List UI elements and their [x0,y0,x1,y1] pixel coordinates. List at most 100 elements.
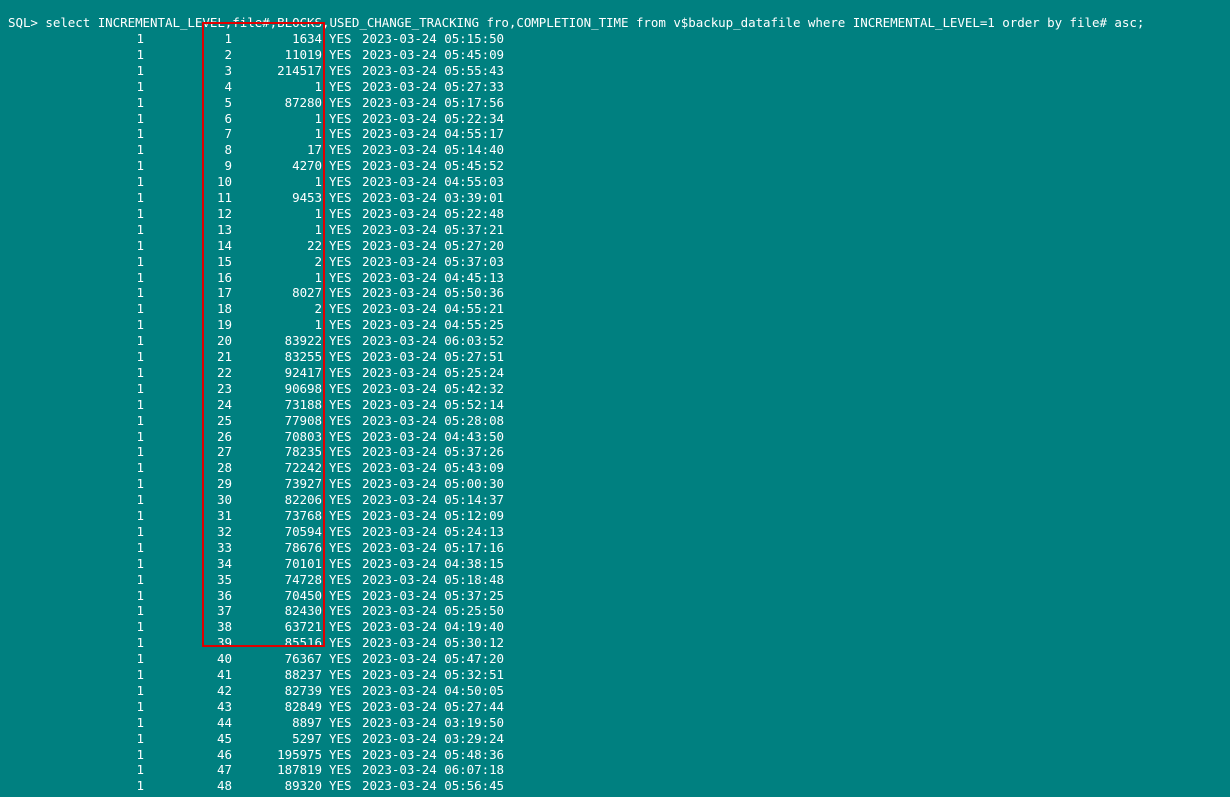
incremental-level-cell: 1 [136,444,145,460]
result-row: 1 41 88237 YES 2023-03-24 05:32:51 [0,667,560,683]
completion-time-cell: 2023-03-24 05:37:25 [362,587,505,603]
completion-time-cell: 2023-03-24 05:15:50 [362,31,505,46]
sqlplus-terminal[interactable]: SQL> select INCREMENTAL_LEVEL,file#,BLOC… [0,0,1230,797]
blocks-cell: 187819 [277,762,322,778]
blocks-cell: 82739 [284,682,322,698]
incremental-level-cell: 1 [136,619,145,635]
used-change-tracking-cell: YES [329,476,352,492]
used-change-tracking-cell: YES [329,78,352,94]
completion-time-cell: 2023-03-24 05:55:43 [362,62,505,78]
completion-time-cell: 2023-03-24 05:17:56 [362,94,505,110]
used-change-tracking-cell: YES [329,301,352,317]
used-change-tracking-cell: YES [329,110,352,126]
used-change-tracking-cell: YES [329,205,352,221]
completion-time-cell: 2023-03-24 05:18:48 [362,571,505,587]
incremental-level-cell: 1 [136,301,145,317]
used-change-tracking-cell: YES [329,778,352,794]
used-change-tracking-cell: YES [329,46,352,62]
used-change-tracking-cell: YES [329,364,352,380]
highlight-box [202,22,325,647]
incremental-level-cell: 1 [136,730,145,746]
incremental-level-cell: 1 [136,158,145,174]
used-change-tracking-cell: YES [329,62,352,78]
completion-time-cell: 2023-03-24 05:28:08 [362,412,505,428]
used-change-tracking-cell: YES [329,714,352,730]
completion-time-cell: 2023-03-24 05:45:52 [362,158,505,174]
incremental-level-cell: 1 [136,587,145,603]
used-change-tracking-cell: YES [329,555,352,571]
incremental-level-cell: 1 [136,364,145,380]
used-change-tracking-cell: YES [329,269,352,285]
completion-time-cell: 2023-03-24 05:27:20 [362,237,505,253]
incremental-level-cell: 1 [136,46,145,62]
result-row: 1 43 82849 YES 2023-03-24 05:27:44 [0,699,560,715]
incremental-level-cell: 1 [136,142,145,158]
incremental-level-cell: 1 [136,492,145,508]
file-number-cell: 40 [217,651,232,667]
incremental-level-cell: 1 [136,762,145,778]
incremental-level-cell: 1 [136,508,145,523]
incremental-level-cell: 1 [136,190,145,205]
completion-time-cell: 2023-03-24 05:22:34 [362,110,505,126]
used-change-tracking-cell: YES [329,587,352,603]
file-number-cell: 43 [217,698,232,714]
result-row: 1 47 187819 YES 2023-03-24 06:07:18 [0,762,560,778]
used-change-tracking-cell: YES [329,523,352,539]
incremental-level-cell: 1 [136,78,145,94]
blocks-cell: 195975 [277,746,322,762]
used-change-tracking-cell: YES [329,746,352,762]
used-change-tracking-cell: YES [329,698,352,714]
incremental-level-cell: 1 [136,253,145,269]
file-number-cell: 48 [217,778,232,794]
completion-time-cell: 2023-03-24 04:55:03 [362,174,505,190]
used-change-tracking-cell: YES [329,349,352,364]
used-change-tracking-cell: YES [329,158,352,174]
used-change-tracking-cell: YES [329,428,352,444]
used-change-tracking-cell: YES [329,237,352,253]
incremental-level-cell: 1 [136,349,145,364]
incremental-level-cell: 1 [136,714,145,730]
blocks-cell: 5297 [292,730,322,746]
completion-time-cell: 2023-03-24 04:19:40 [362,619,505,635]
used-change-tracking-cell: YES [329,682,352,698]
completion-time-cell: 2023-03-24 05:17:16 [362,539,505,555]
completion-time-cell: 2023-03-24 05:22:48 [362,205,505,221]
incremental-level-cell: 1 [136,412,145,428]
incremental-level-cell: 1 [136,682,145,698]
completion-time-cell: 2023-03-24 05:43:09 [362,460,505,476]
used-change-tracking-cell: YES [329,396,352,412]
completion-time-cell: 2023-03-24 05:52:14 [362,396,505,412]
file-number-cell: 42 [217,682,232,698]
used-change-tracking-cell: YES [329,460,352,476]
used-change-tracking-cell: YES [329,94,352,110]
incremental-level-cell: 1 [136,428,145,444]
incremental-level-cell: 1 [136,221,145,237]
used-change-tracking-cell: YES [329,31,352,46]
incremental-level-cell: 1 [136,31,145,46]
incremental-level-cell: 1 [136,460,145,476]
incremental-level-cell: 1 [136,571,145,587]
incremental-level-cell: 1 [136,317,145,333]
blocks-cell: 88237 [284,667,322,682]
blocks-cell: 76367 [284,651,322,667]
incremental-level-cell: 1 [136,174,145,190]
incremental-level-cell: 1 [136,555,145,571]
result-row: 1 40 76367 YES 2023-03-24 05:47:20 [0,651,560,667]
blocks-cell: 82849 [284,698,322,714]
completion-time-cell: 2023-03-24 05:00:30 [362,476,505,492]
incremental-level-cell: 1 [136,126,145,142]
completion-time-cell: 2023-03-24 05:27:33 [362,78,505,94]
incremental-level-cell: 1 [136,651,145,667]
used-change-tracking-cell: YES [329,508,352,523]
used-change-tracking-cell: YES [329,412,352,428]
incremental-level-cell: 1 [136,333,145,349]
completion-time-cell: 2023-03-24 05:50:36 [362,285,505,301]
completion-time-cell: 2023-03-24 03:19:50 [362,714,505,730]
used-change-tracking-cell: YES [329,603,352,619]
used-change-tracking-cell: YES [329,333,352,349]
completion-time-cell: 2023-03-24 04:38:15 [362,555,505,571]
completion-time-cell: 2023-03-24 05:47:20 [362,651,505,667]
used-change-tracking-cell: YES [329,317,352,333]
result-row: 1 42 82739 YES 2023-03-24 04:50:05 [0,683,560,699]
sql-prompt-line: SQL> select INCREMENTAL_LEVEL,file#,BLOC… [8,15,1145,30]
